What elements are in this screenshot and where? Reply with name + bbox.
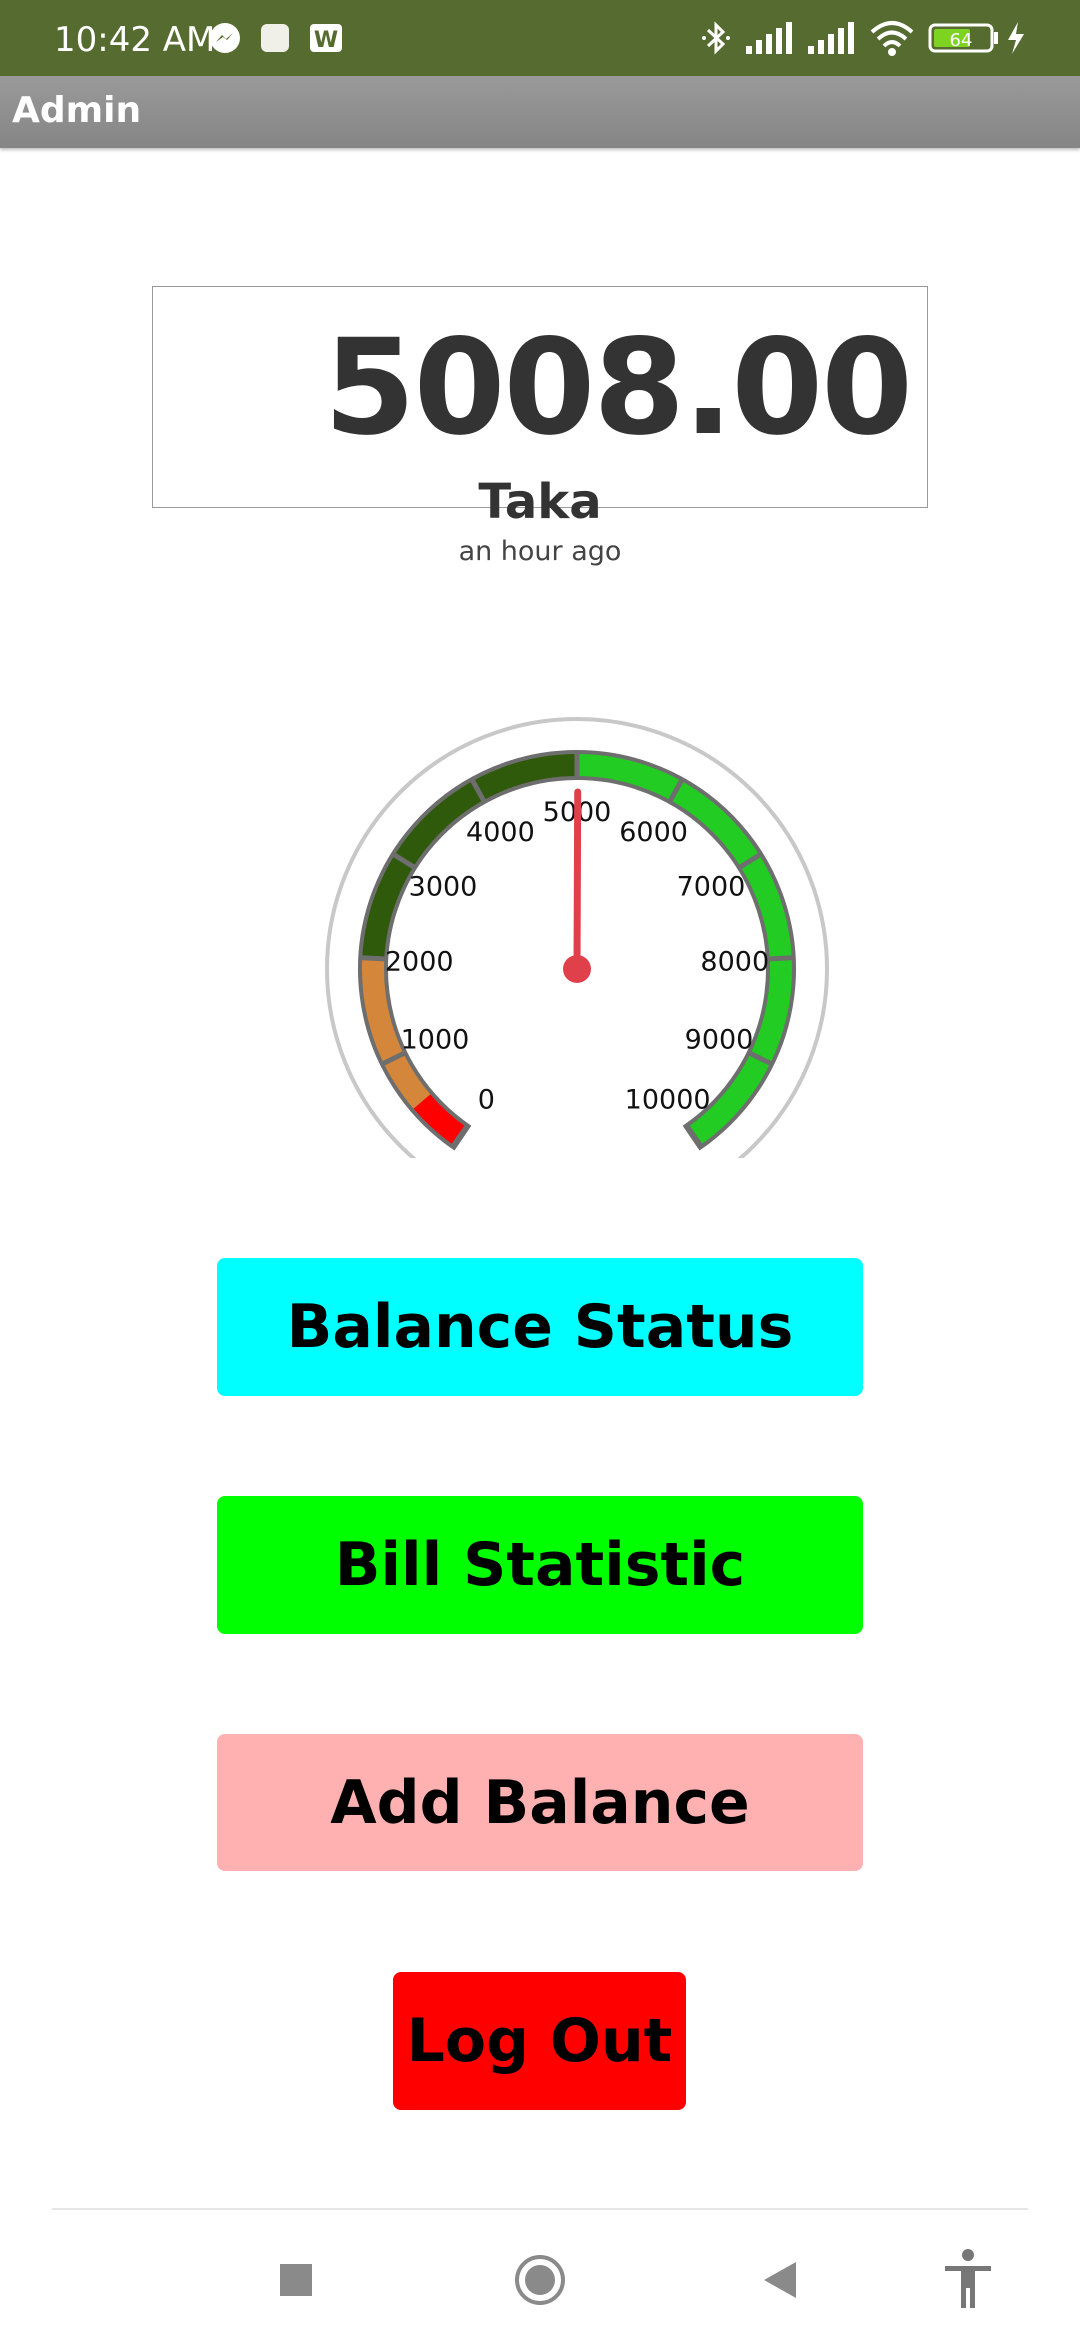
gauge-tick-label-0: 0: [478, 1084, 495, 1115]
bill-statistic-button[interactable]: Bill Statistic: [217, 1496, 863, 1634]
gauge-tick-label-9000: 9000: [685, 1024, 754, 1055]
gauge-tick-label-1000: 1000: [401, 1024, 470, 1055]
log-out-button[interactable]: Log Out: [393, 1972, 686, 2110]
recents-square-icon[interactable]: [266, 2250, 326, 2310]
balance-status-button[interactable]: Balance Status: [217, 1258, 863, 1396]
gauge-tick-label-4000: 4000: [466, 817, 535, 848]
back-triangle-icon[interactable]: [750, 2250, 810, 2310]
gauge-zone-0: [413, 1094, 467, 1146]
gauge-needle: [573, 788, 582, 973]
gauge-tick-label-6000: 6000: [619, 817, 688, 848]
accessibility-icon[interactable]: [938, 2244, 998, 2314]
gauge-tick-label-8000: 8000: [700, 947, 769, 978]
gauge-tick-label-3000: 3000: [409, 871, 478, 902]
gauge-needle-hub: [563, 955, 591, 983]
gauge-tick-label-10000: 10000: [625, 1084, 711, 1115]
navigation-bar: [0, 2208, 1080, 2340]
balance-gauge: 0100020003000400050006000700080009000100…: [325, 717, 829, 1158]
gauge-tick-2000: [359, 955, 388, 962]
gauge-tick-label-2000: 2000: [385, 947, 454, 978]
add-balance-button[interactable]: Add Balance: [217, 1734, 863, 1871]
gauge-tick-label-7000: 7000: [677, 871, 746, 902]
nav-divider: [52, 2208, 1028, 2210]
home-circle-icon[interactable]: [510, 2250, 570, 2310]
gauge-tick-8000: [766, 955, 795, 962]
